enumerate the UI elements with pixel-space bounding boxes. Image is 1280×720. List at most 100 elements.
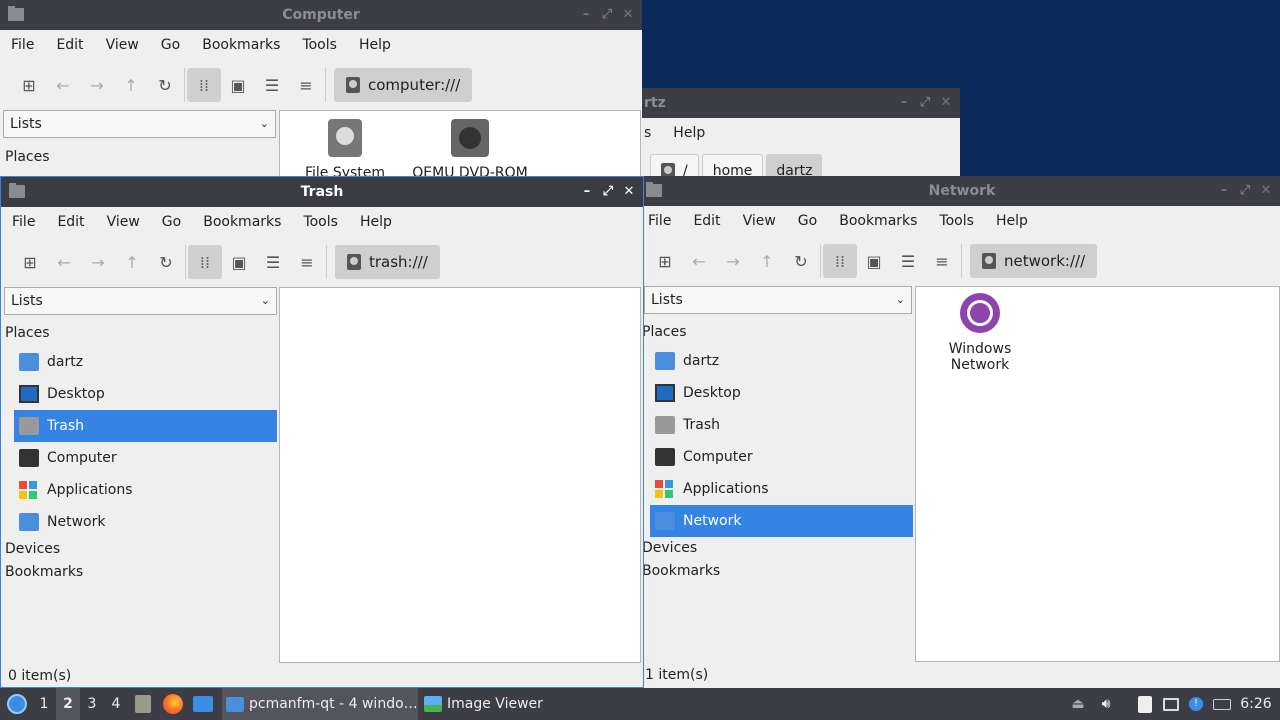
lists-select[interactable]: Lists ⌄	[644, 286, 912, 314]
menu-tools[interactable]: Tools	[939, 213, 974, 229]
keyboard-icon[interactable]	[1208, 688, 1236, 720]
task-image-viewer[interactable]: Image Viewer	[418, 688, 608, 720]
path-button[interactable]: trash:///	[335, 245, 440, 279]
crumb-root[interactable]: /	[650, 154, 699, 178]
path-button[interactable]: network:///	[970, 244, 1098, 278]
close-icon[interactable]: ✕	[1256, 176, 1276, 206]
close-icon[interactable]: ✕	[618, 0, 638, 30]
menu-go[interactable]: Go	[798, 213, 817, 229]
minimize-icon[interactable]: –	[894, 88, 914, 118]
sidebar-item-applications[interactable]: Applications	[14, 474, 277, 506]
reload-icon[interactable]: ↻	[148, 68, 182, 102]
reload-icon[interactable]: ↻	[149, 245, 183, 279]
back-icon[interactable]: ←	[46, 68, 80, 102]
forward-icon[interactable]: →	[81, 245, 115, 279]
minimize-icon[interactable]: –	[576, 0, 596, 30]
eject-icon[interactable]: ⏏	[1064, 688, 1092, 720]
compact-view-icon[interactable]: ☰	[256, 245, 290, 279]
up-icon[interactable]: ↑	[750, 244, 784, 278]
icon-view-icon[interactable]: ⁞⁞	[187, 68, 221, 102]
bookmarks-heading[interactable]: Bookmarks	[644, 563, 720, 579]
minimize-icon[interactable]: –	[1214, 176, 1234, 206]
menu-tools[interactable]: Tools	[302, 37, 337, 53]
menu-view[interactable]: View	[106, 37, 139, 53]
file-system-item[interactable]: File System	[300, 119, 390, 178]
show-desktop-button[interactable]	[188, 688, 218, 720]
detail-view-icon[interactable]: ≡	[290, 245, 324, 279]
menu-help[interactable]: Help	[673, 125, 705, 141]
volume-icon[interactable]: 🔊︎	[1092, 688, 1120, 720]
compact-view-icon[interactable]: ☰	[255, 68, 289, 102]
crumb-dartz[interactable]: dartz	[766, 154, 823, 178]
thumbnail-view-icon[interactable]: ▣	[221, 68, 255, 102]
menu-edit[interactable]: Edit	[57, 214, 84, 230]
menu-help[interactable]: Help	[360, 214, 392, 230]
menu-view[interactable]: View	[743, 213, 776, 229]
menu-help[interactable]: Help	[359, 37, 391, 53]
task-pcmanfm[interactable]: pcmanfm-qt - 4 windo…	[222, 688, 418, 720]
workspace-2[interactable]: 2	[56, 688, 80, 720]
new-tab-icon[interactable]: ⊞	[12, 68, 46, 102]
menu-file[interactable]: File	[12, 214, 35, 230]
maximize-icon[interactable]: ⤢	[915, 88, 935, 118]
forward-icon[interactable]: →	[80, 68, 114, 102]
detail-view-icon[interactable]: ≡	[289, 68, 323, 102]
thumbnail-view-icon[interactable]: ▣	[857, 244, 891, 278]
sidebar-item-network[interactable]: Network	[650, 505, 913, 537]
menu-tools[interactable]: Tools	[303, 214, 338, 230]
sidebar-item-applications[interactable]: Applications	[650, 473, 913, 505]
sidebar-item-computer[interactable]: Computer	[14, 442, 277, 474]
up-icon[interactable]: ↑	[115, 245, 149, 279]
network-content[interactable]: Windows Network	[915, 286, 1280, 662]
maximize-icon[interactable]: ⤢	[1235, 176, 1255, 206]
menu-tools-fragment[interactable]: s	[644, 125, 651, 141]
start-menu-button[interactable]	[2, 688, 32, 720]
menu-bookmarks[interactable]: Bookmarks	[203, 214, 281, 230]
menu-view[interactable]: View	[107, 214, 140, 230]
menu-go[interactable]: Go	[161, 37, 180, 53]
crumb-home[interactable]: home	[701, 154, 764, 178]
icon-view-icon[interactable]: ⁞⁞	[188, 245, 222, 279]
devices-heading[interactable]: Devices	[644, 540, 697, 556]
reload-icon[interactable]: ↻	[784, 244, 818, 278]
menu-go[interactable]: Go	[162, 214, 181, 230]
home-titlebar[interactable]: rtz – ⤢ ✕	[642, 88, 960, 118]
firefox-launcher[interactable]	[158, 688, 188, 720]
sidebar-item-dartz[interactable]: dartz	[14, 346, 277, 378]
menu-bookmarks[interactable]: Bookmarks	[202, 37, 280, 53]
forward-icon[interactable]: →	[716, 244, 750, 278]
close-icon[interactable]: ✕	[619, 177, 639, 207]
menu-file[interactable]: File	[648, 213, 671, 229]
workspace-3[interactable]: 3	[80, 688, 104, 720]
menu-edit[interactable]: Edit	[693, 213, 720, 229]
minimize-icon[interactable]: –	[577, 177, 597, 207]
compact-view-icon[interactable]: ☰	[891, 244, 925, 278]
trash-content[interactable]	[279, 287, 641, 663]
up-icon[interactable]: ↑	[114, 68, 148, 102]
computer-titlebar[interactable]: Computer – ⤢ ✕	[0, 0, 642, 30]
clipboard-icon[interactable]	[1132, 688, 1158, 720]
maximize-icon[interactable]: ⤢	[598, 177, 618, 207]
lists-select[interactable]: Lists ⌄	[4, 287, 277, 315]
bookmarks-heading[interactable]: Bookmarks	[5, 564, 83, 580]
file-manager-launcher[interactable]	[128, 688, 158, 720]
workspace-4[interactable]: 4	[104, 688, 128, 720]
sidebar-item-trash[interactable]: Trash	[650, 409, 913, 441]
network-titlebar[interactable]: Network – ⤢ ✕	[644, 176, 1280, 206]
sidebar-item-computer[interactable]: Computer	[650, 441, 913, 473]
sidebar-item-dartz[interactable]: dartz	[650, 345, 913, 377]
clock[interactable]: 6:26	[1236, 688, 1276, 720]
detail-view-icon[interactable]: ≡	[925, 244, 959, 278]
sidebar-item-trash[interactable]: Trash	[14, 410, 277, 442]
thumbnail-view-icon[interactable]: ▣	[222, 245, 256, 279]
back-icon[interactable]: ←	[47, 245, 81, 279]
windows-network-item[interactable]: Windows Network	[938, 293, 1022, 373]
new-tab-icon[interactable]: ⊞	[13, 245, 47, 279]
back-icon[interactable]: ←	[682, 244, 716, 278]
screen-icon[interactable]	[1158, 688, 1184, 720]
menu-help[interactable]: Help	[996, 213, 1028, 229]
close-icon[interactable]: ✕	[936, 88, 956, 118]
menu-bookmarks[interactable]: Bookmarks	[839, 213, 917, 229]
trash-titlebar[interactable]: Trash – ⤢ ✕	[1, 177, 643, 207]
notification-icon[interactable]: !	[1184, 688, 1208, 720]
